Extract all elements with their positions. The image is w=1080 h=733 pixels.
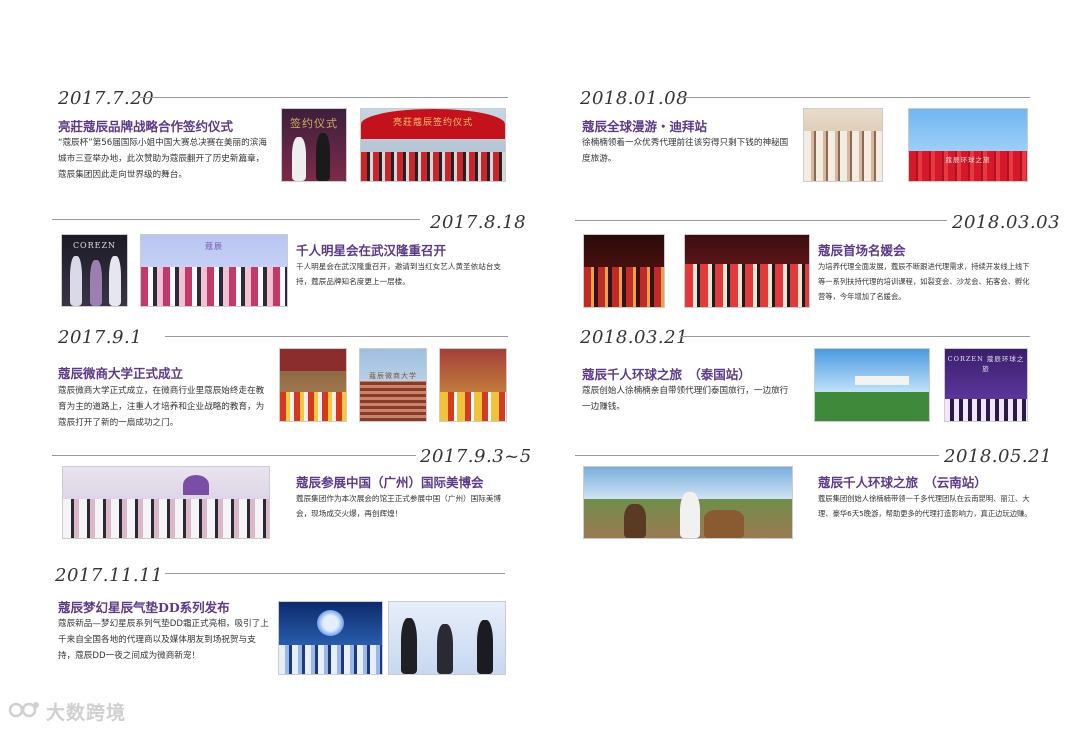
entry-description: 千人明星会在武汉隆重召开，邀请到当红女艺人黄圣依站台支持，蔻辰品牌知名度更上一层… bbox=[296, 262, 502, 286]
entry-title: 蔻辰全球漫游・迪拜站 bbox=[582, 119, 708, 134]
divider bbox=[575, 220, 947, 221]
event-photo bbox=[62, 466, 270, 539]
entry-title: 亮莊蔻辰品牌战略合作签约仪式 bbox=[58, 119, 234, 134]
entry-date: 2017.8.18 bbox=[430, 212, 527, 233]
watermark-logo-icon bbox=[8, 702, 39, 718]
entry-date: 2018.03.03 bbox=[952, 212, 1061, 233]
entry-description: 蔻辰集团创始人徐楠楠带领一千多代理团队在云南昆明、丽江、大理、豪华6天5晚游，帮… bbox=[818, 494, 1032, 518]
entry-description: 为培养代理全面发展，蔻辰不断跟进代理需求，持续开发线上线下等一系列扶持代理的培训… bbox=[818, 262, 1030, 301]
photo-caption: 签约仪式 bbox=[290, 116, 338, 130]
event-photo: 蔻辰微商大学 bbox=[359, 348, 427, 422]
photo-caption: COREZN bbox=[72, 240, 117, 250]
entry-title: 蔻辰千人环球之旅 （泰国站） bbox=[582, 367, 751, 382]
entry-date: 2017.9.3~5 bbox=[420, 446, 532, 467]
event-photo bbox=[439, 348, 507, 422]
entry-date: 2017.7.20 bbox=[58, 88, 155, 109]
photo-caption: 亮莊蔻辰签约仪式 bbox=[392, 117, 473, 128]
divider bbox=[165, 336, 508, 337]
event-photo: 亮莊蔻辰签约仪式 bbox=[360, 108, 506, 182]
divider bbox=[52, 219, 420, 220]
divider bbox=[165, 573, 505, 574]
entry-title: 蔻辰微商大学正式成立 bbox=[58, 366, 184, 381]
divider bbox=[680, 336, 1030, 337]
event-photo bbox=[388, 601, 506, 675]
event-photo bbox=[278, 601, 383, 675]
entry-title: 蔻辰梦幻星辰气垫DD系列发布 bbox=[58, 600, 230, 615]
photo-caption: CORZEN 蔻辰环球之旅 bbox=[947, 355, 1025, 374]
event-photo: 签约仪式 bbox=[281, 108, 347, 182]
entry-date: 2017.11.11 bbox=[55, 565, 164, 586]
entry-title: 蔻辰千人环球之旅 （云南站） bbox=[818, 475, 987, 490]
photo-caption: 蔻辰微商大学 bbox=[369, 371, 417, 380]
event-photo bbox=[684, 234, 810, 308]
divider bbox=[575, 455, 939, 456]
entry-description: 蔻辰创始人徐楠楠亲自带领代理们泰国旅行，一边旅行一边赚钱。 bbox=[582, 386, 789, 412]
photo-caption: 蔻辰环球之旅 bbox=[945, 155, 991, 164]
divider bbox=[52, 455, 416, 456]
photo-caption: 蔻辰 bbox=[205, 241, 223, 251]
entry-description: 蔻辰集团作为本次展会的馆王正式参展中国（广州）国际美博会，现场成交火爆，再创辉煌… bbox=[296, 494, 502, 518]
event-photo: COREZN bbox=[61, 234, 128, 307]
event-photo bbox=[814, 348, 930, 422]
entry-date: 2018.05.21 bbox=[944, 446, 1053, 467]
watermark: 大数跨境 bbox=[46, 702, 127, 724]
divider bbox=[140, 97, 508, 98]
entry-description: 蔻辰新品—梦幻星辰系列气垫DD霜正式亮相，吸引了上千来自全国各地的代理商以及媒体… bbox=[58, 619, 269, 661]
entry-date: 2017.9.1 bbox=[58, 327, 143, 348]
entry-title: 蔻辰首场名媛会 bbox=[818, 243, 906, 258]
entry-description: “蔻辰杯”第56届国际小姐中国大赛总决赛在美丽的滨海城市三亚举办地，此次赞助为蔻… bbox=[58, 138, 267, 180]
event-photo bbox=[583, 466, 793, 539]
entry-title: 千人明星会在武汉隆重召开 bbox=[296, 243, 447, 258]
entry-description: 徐楠楠领着一众优秀代理前往该穷得只剩下钱的神秘国度旅游。 bbox=[582, 138, 789, 164]
entry-date: 2018.01.08 bbox=[580, 88, 689, 109]
event-photo: CORZEN 蔻辰环球之旅 bbox=[944, 348, 1028, 422]
entry-title: 蔻辰参展中国（广州）国际美博会 bbox=[296, 475, 484, 490]
event-photo: 蔻辰 bbox=[140, 234, 288, 307]
event-photo bbox=[279, 348, 347, 422]
event-photo: 蔻辰环球之旅 bbox=[908, 108, 1028, 182]
event-photo bbox=[583, 234, 665, 308]
entry-description: 蔻辰微商大学正式成立，在微商行业里蔻辰始终走在教育为主的道路上，注重人才培养和企… bbox=[58, 386, 265, 428]
entry-date: 2018.03.21 bbox=[580, 327, 689, 348]
event-photo bbox=[803, 108, 883, 182]
divider bbox=[680, 97, 1030, 98]
